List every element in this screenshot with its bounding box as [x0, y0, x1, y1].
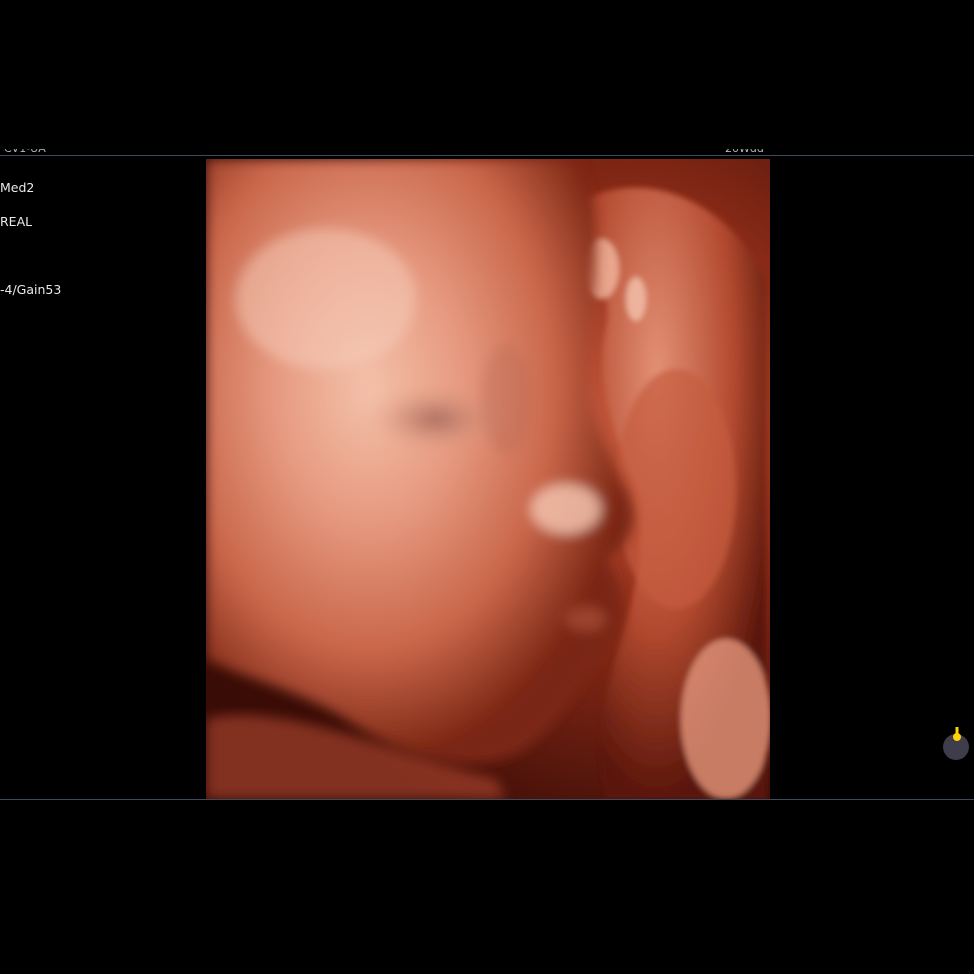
- param-line: [0, 230, 61, 247]
- ultrasound-viewer: CV1-UA 20Wdd Med2 REAL -4/Gain53: [0, 149, 974, 800]
- parameter-panel: Med2 REAL -4/Gain53: [0, 162, 61, 298]
- param-line: [0, 264, 61, 281]
- viewer-top-border: [0, 155, 974, 156]
- param-line: Med2: [0, 180, 35, 195]
- orientation-marker-icon: [940, 721, 972, 761]
- viewer-bottom-border: [0, 799, 974, 800]
- param-line: [0, 196, 61, 213]
- param-line: [0, 247, 61, 264]
- param-line: -4/Gain53: [0, 282, 62, 297]
- top-left-label: CV1-UA: [4, 142, 46, 155]
- param-line: [0, 162, 61, 179]
- top-right-label: 20Wdd: [725, 142, 764, 155]
- fetal-face-render: [206, 159, 770, 799]
- 3d-render-view[interactable]: [206, 159, 770, 799]
- param-line: REAL: [0, 214, 33, 229]
- face-region: [206, 159, 634, 764]
